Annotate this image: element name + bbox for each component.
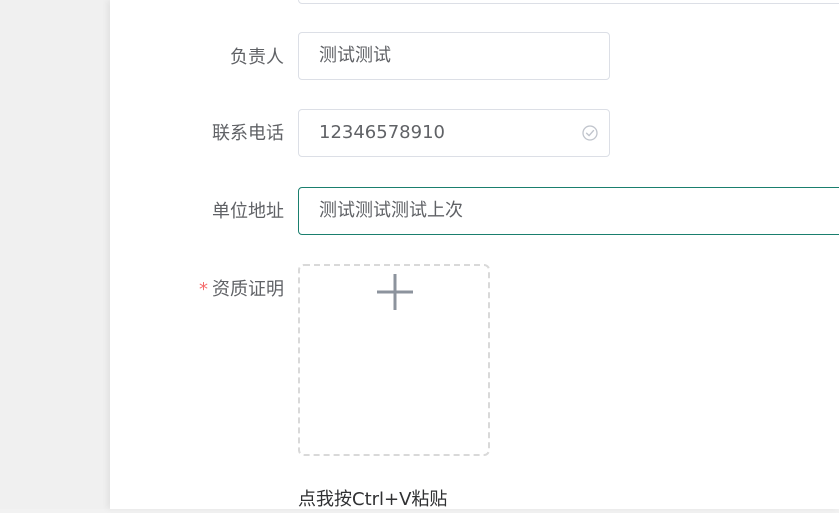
required-mark: * xyxy=(199,279,208,300)
qualification-label: * 资质证明 xyxy=(199,279,284,300)
phone-label: 联系电话 xyxy=(212,123,284,144)
phone-input[interactable]: 12346578910 xyxy=(298,109,610,157)
circle-check-icon xyxy=(582,125,598,141)
previous-field-input[interactable] xyxy=(298,0,839,4)
person-in-charge-input[interactable]: 测试测试 xyxy=(298,32,610,80)
left-gutter xyxy=(0,0,110,509)
person-in-charge-value: 测试测试 xyxy=(319,45,391,66)
qualification-upload-button[interactable] xyxy=(298,264,490,456)
person-in-charge-label: 负责人 xyxy=(230,47,284,68)
paste-hint-button[interactable]: 点我按Ctrl+V粘贴 xyxy=(298,487,447,513)
address-label: 单位地址 xyxy=(212,201,284,222)
address-input[interactable]: 测试测试测试上次 xyxy=(298,187,839,235)
address-value: 测试测试测试上次 xyxy=(319,200,463,221)
phone-value: 12346578910 xyxy=(319,122,445,143)
plus-icon xyxy=(377,274,413,310)
